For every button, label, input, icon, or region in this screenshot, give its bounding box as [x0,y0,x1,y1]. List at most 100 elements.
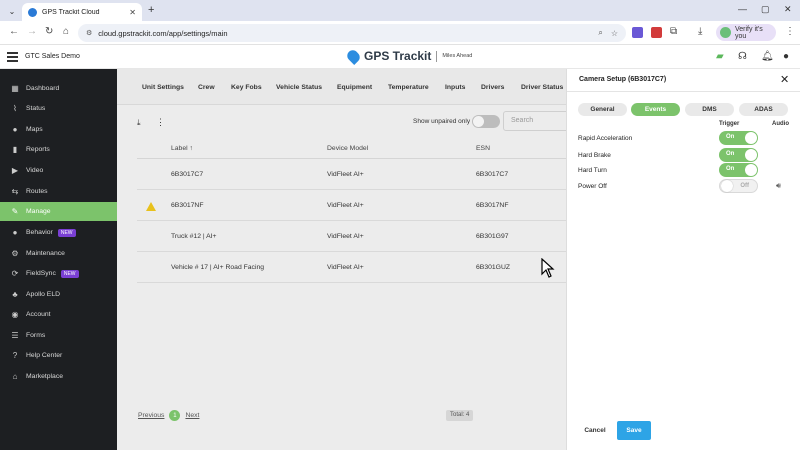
extensions-puzzle-icon[interactable]: ⧉ [670,26,677,37]
more-options-icon[interactable]: ⋮ [156,117,165,128]
close-icon[interactable]: ✕ [780,73,789,86]
tab-unit-settings[interactable]: Unit Settings [142,84,184,91]
sidebar-item-reports[interactable]: ▮ Reports [0,140,117,159]
forward-icon[interactable]: → [27,26,37,37]
trigger-toggle[interactable]: On [719,148,758,162]
tab-inputs[interactable]: Inputs [445,84,465,91]
sidebar-item-account[interactable]: ◉ Account [0,305,117,324]
column-header-device-model[interactable]: Device Model [327,145,368,152]
table-row[interactable]: Vehicle # 17 | AI+ Road Facing VidFleet A… [137,252,566,283]
bell-icon[interactable]: 🔔︎ [761,51,774,62]
sidebar-item-maps[interactable]: ● Maps [0,120,117,139]
toggle-knob [745,132,757,144]
video-icon: ▶ [11,166,19,175]
table-row[interactable]: Truck #12 | AI+ VidFleet AI+ 6B301G97 [137,221,566,252]
event-row-hard-turn: Hard Turn On [578,163,798,178]
tab-drivers[interactable]: Drivers [481,84,504,91]
behavior-icon: ● [12,228,18,237]
sidebar-item-help-center[interactable]: ? Help Center [0,346,117,365]
close-window-icon[interactable]: ✕ [784,4,792,15]
trigger-toggle[interactable]: Off [719,179,758,193]
sidebar-item-label: Video [26,167,44,174]
trigger-toggle[interactable]: On [719,131,758,145]
sidebar-item-label: Status [26,105,46,112]
browser-tab-strip: ⌄ GPS Trackit Cloud ✕ + — ▢ ✕ [0,0,800,21]
sidebar-item-marketplace[interactable]: ⌂ Marketplace [0,367,117,386]
trigger-toggle[interactable]: On [719,163,758,177]
sidebar-item-apollo-eld[interactable]: ♣ Apollo ELD [0,285,117,304]
brand-name: GPS Trackit [364,49,432,63]
sidebar-item-status[interactable]: ⌇ Status [0,99,117,118]
column-header-label[interactable]: Label ↑ [171,145,193,152]
address-bar[interactable]: ⚙ cloud.gpstrackit.com/app/settings/main… [78,24,626,42]
hamburger-menu-icon[interactable] [7,52,18,64]
event-row-rapid-acceleration: Rapid Acceleration On [578,131,798,146]
sidebar-item-label: Routes [26,188,48,195]
sidebar-item-label: Dashboard [26,85,60,92]
toggle-knob [721,180,733,192]
new-badge: NEW [57,228,76,237]
show-unpaired-toggle[interactable] [472,115,500,128]
current-page[interactable]: 1 [169,410,181,421]
tab-search-icon[interactable]: ⌄ [6,5,18,17]
tab-temperature[interactable]: Temperature [388,84,429,91]
column-header-esn[interactable]: ESN [476,145,490,152]
cell-label: 6B3017C7 [171,171,204,178]
tab-vehicle-status[interactable]: Vehicle Status [276,84,322,91]
user-icon[interactable]: ● [783,51,789,62]
extension-icon[interactable] [632,27,643,38]
event-row-hard-brake: Hard Brake On [578,148,798,163]
show-unpaired-label: Show unpaired only [413,118,471,125]
tab-key-fobs[interactable]: Key Fobs [231,84,262,91]
table-row[interactable]: 6B3017C7 VidFleet AI+ 6B3017C7 [137,159,566,190]
wrench-icon: ✎ [11,207,19,216]
cancel-button[interactable]: Cancel [578,422,612,440]
previous-page-link[interactable]: Previous [138,412,164,419]
tab-driver-status[interactable]: Driver Status [521,84,563,91]
sidebar-item-manage[interactable]: ✎ Manage [0,202,117,221]
download-icon[interactable]: ⤓ [137,118,141,128]
sidebar-item-dashboard[interactable]: ▦ Dashboard [0,79,117,98]
close-tab-icon[interactable]: ✕ [129,8,136,17]
tab-dms[interactable]: DMS [685,103,734,116]
sidebar-item-maintenance[interactable]: ⚙ Maintenance [0,244,117,263]
headset-icon[interactable]: ☊ [738,51,747,62]
browser-tab[interactable]: GPS Trackit Cloud ✕ [22,3,142,21]
table-row[interactable]: 6B3017NF VidFleet AI+ 6B3017NF [137,190,566,221]
chat-icon[interactable]: ▰ [716,51,724,62]
minimize-icon[interactable]: — [738,4,747,14]
site-info-icon[interactable]: ⚙ [86,29,92,37]
tab-general[interactable]: General [578,103,627,116]
sidebar-item-video[interactable]: ▶ Video [0,161,117,180]
dashboard-icon: ▦ [11,84,19,93]
toggle-state-text: On [726,134,735,140]
download-icon[interactable]: ⤓ [698,26,702,37]
home-icon[interactable]: ⌂ [63,26,69,37]
tab-adas[interactable]: ADAS [739,103,788,116]
tab-events[interactable]: Events [631,103,680,116]
save-button[interactable]: Save [617,421,651,440]
brand-tagline: Miles Ahead [442,53,473,59]
maximize-icon[interactable]: ▢ [761,4,770,15]
search-input[interactable]: Search [503,111,573,131]
tab-equipment[interactable]: Equipment [337,84,372,91]
back-icon[interactable]: ← [9,26,19,37]
browser-menu-icon[interactable]: ⋮ [785,26,795,37]
bookmark-star-icon[interactable]: ☆ [611,29,618,38]
zoom-search-icon[interactable]: ⌕ [598,28,602,38]
cell-esn: 6B3017NF [476,202,509,209]
sidebar-item-label: Maintenance [26,250,65,257]
sidebar-item-fieldsync[interactable]: ⟳ FieldSync NEW [0,264,117,283]
tab-crew[interactable]: Crew [198,84,215,91]
speaker-icon[interactable]: 🔊︎ [776,181,781,191]
toggle-state-text: On [726,151,735,157]
extension-badge-icon[interactable] [651,27,662,38]
reload-icon[interactable]: ↻ [45,26,53,37]
next-page-link[interactable]: Next [185,412,199,419]
profile-button[interactable]: Verify it's you [716,24,776,41]
sidebar-item-forms[interactable]: ☰ Forms [0,326,117,345]
divider [567,91,800,92]
new-tab-icon[interactable]: + [148,4,154,16]
sidebar-item-behavior[interactable]: ● Behavior NEW [0,223,117,242]
sidebar-item-routes[interactable]: ⇆ Routes [0,182,117,201]
